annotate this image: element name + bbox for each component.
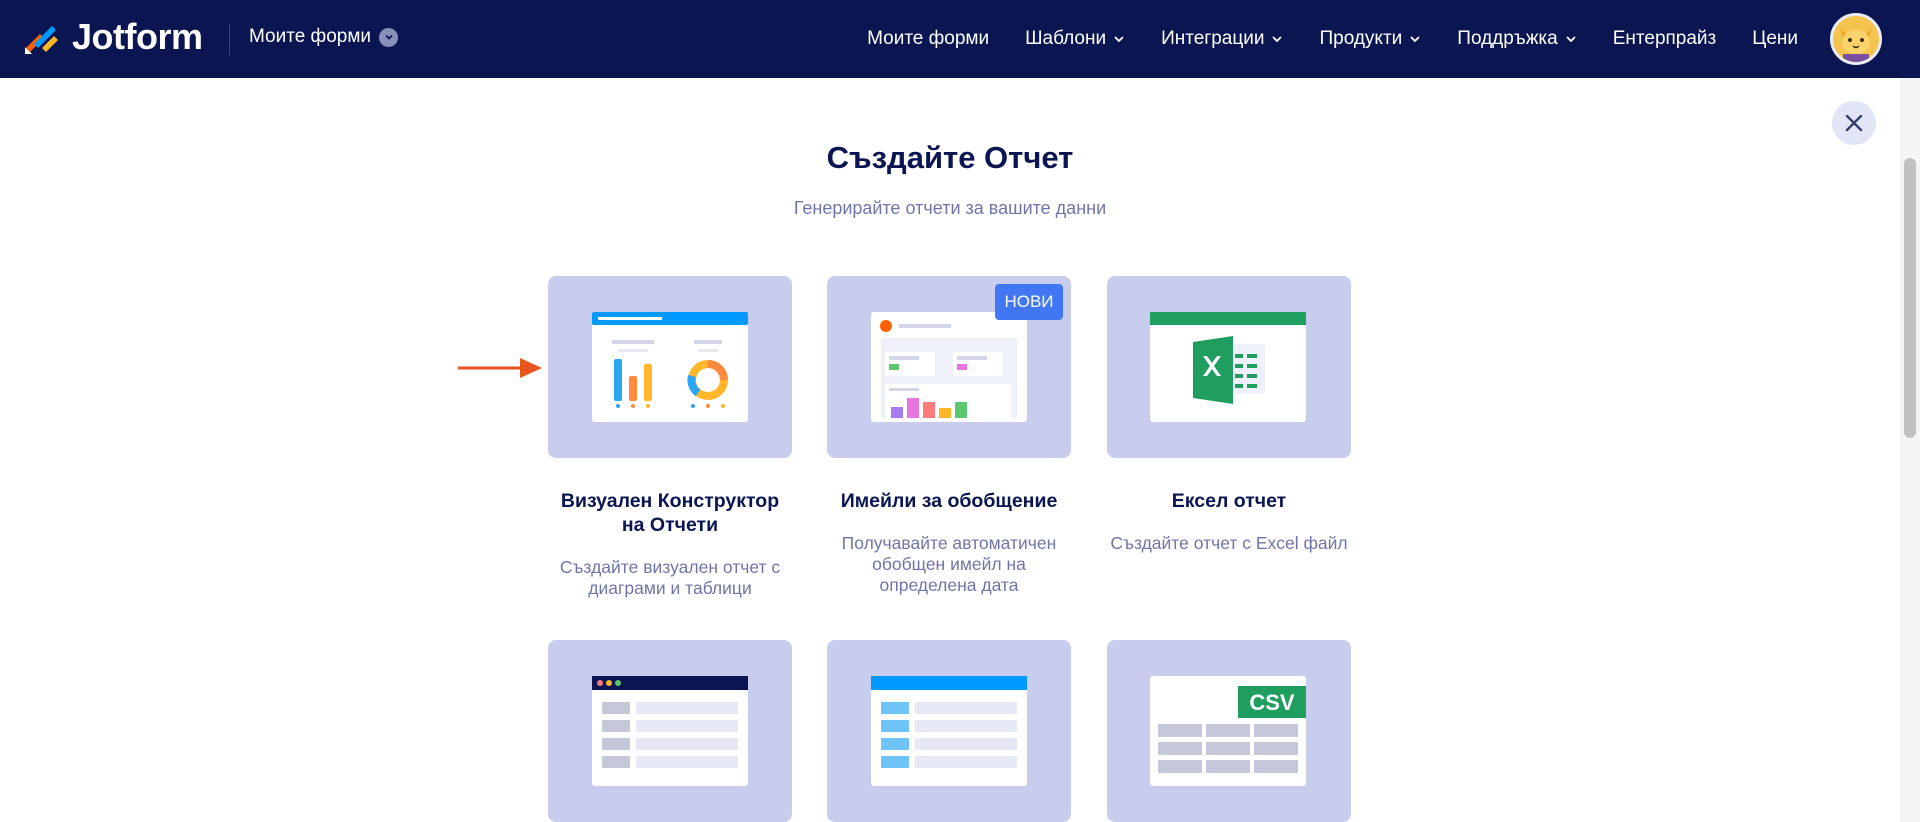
- card-title[interactable]: Имейли за обобщение: [819, 489, 1079, 513]
- nav-item-label: Интеграции: [1161, 28, 1265, 49]
- chevron-down-icon: [1410, 36, 1420, 43]
- top-navigation-bar: Jotform Моите форми Моите форми Шаблони …: [0, 0, 1920, 78]
- main-nav-menu: Моите форми Шаблони Интеграции Продукти …: [867, 0, 1920, 78]
- card-description-line: Създайте отчет с Excel файл: [1110, 533, 1348, 553]
- card-title-line: на Отчети: [621, 514, 719, 536]
- page-title: Създайте Отчет: [826, 140, 1074, 175]
- card-description-line: определена дата: [879, 575, 1019, 595]
- new-badge: НОВИ: [995, 284, 1063, 320]
- nav-item-pricing[interactable]: Цени: [1752, 28, 1798, 50]
- html-table-icon: [592, 676, 748, 786]
- csv-label: CSV: [1249, 690, 1295, 715]
- nav-item-label: Поддръжка: [1457, 28, 1558, 49]
- card-title[interactable]: Визуален Конструктор на Отчети: [540, 489, 800, 537]
- my-forms-dropdown-label: Моите форми: [249, 26, 371, 47]
- close-icon: [1845, 114, 1863, 132]
- card-description-line: диаграми и таблици: [588, 578, 752, 598]
- page-scrollbar[interactable]: [1900, 78, 1920, 822]
- excel-report-icon: [1150, 312, 1306, 422]
- jotform-logo-icon[interactable]: [22, 18, 62, 58]
- card-description-line: Получавайте автоматичен: [841, 533, 1057, 553]
- nav-item-products[interactable]: Продукти: [1319, 28, 1421, 50]
- card-description: Създайте визуален отчет с диаграми и таб…: [535, 557, 805, 599]
- card-description: Получавайте автоматичен обобщен имейл на…: [814, 533, 1084, 596]
- chevron-down-icon: [379, 27, 398, 47]
- csv-report-icon: CSV: [1150, 676, 1306, 786]
- grid-listing-icon: [871, 676, 1027, 786]
- nav-item-label: Ентерпрайз: [1612, 28, 1717, 49]
- nav-item-label: Цени: [1752, 28, 1798, 49]
- csv-report-card[interactable]: CSV: [1107, 640, 1351, 822]
- page-subtitle: Генерирайте отчети за вашите данни: [793, 198, 1107, 218]
- card-title-line: Имейли за обобщение: [840, 490, 1058, 512]
- nav-item-label: Моите форми: [867, 28, 990, 49]
- card-title-line: Визуален Конструктор: [560, 490, 780, 512]
- html-table-report-card[interactable]: [548, 640, 792, 822]
- nav-item-label: Шаблони: [1025, 28, 1107, 49]
- scrollbar-thumb[interactable]: [1904, 158, 1916, 438]
- card-description-line: Създайте визуален отчет с: [559, 557, 781, 577]
- card-title-line: Ексел отчет: [1171, 490, 1287, 512]
- close-button[interactable]: [1832, 101, 1876, 145]
- nav-item-enterprise[interactable]: Ентерпрайз: [1613, 28, 1717, 50]
- grid-listing-report-card[interactable]: [827, 640, 1071, 822]
- card-title[interactable]: Ексел отчет: [1099, 489, 1359, 513]
- my-forms-dropdown[interactable]: Моите форми: [249, 26, 398, 48]
- card-description: Създайте отчет с Excel файл: [1094, 533, 1364, 554]
- visual-report-builder-card[interactable]: [548, 276, 792, 458]
- visual-report-icon: [592, 312, 748, 422]
- brand-name[interactable]: Jotform: [72, 16, 203, 58]
- excel-report-card[interactable]: [1107, 276, 1351, 458]
- chevron-down-icon: [1272, 36, 1283, 43]
- nav-divider: [229, 23, 230, 55]
- card-description-line: обобщен имейл на: [872, 554, 1026, 574]
- chevron-down-icon: [1114, 36, 1124, 43]
- chevron-down-icon: [1566, 36, 1576, 43]
- user-avatar-icon[interactable]: [1830, 13, 1882, 65]
- nav-item-my-forms[interactable]: Моите форми: [867, 28, 989, 50]
- nav-item-label: Продукти: [1319, 28, 1403, 49]
- nav-item-templates[interactable]: Шаблони: [1025, 28, 1125, 50]
- nav-item-support[interactable]: Поддръжка: [1457, 28, 1576, 50]
- nav-item-integrations[interactable]: Интеграции: [1161, 28, 1283, 50]
- pointer-arrow-icon: [458, 358, 542, 378]
